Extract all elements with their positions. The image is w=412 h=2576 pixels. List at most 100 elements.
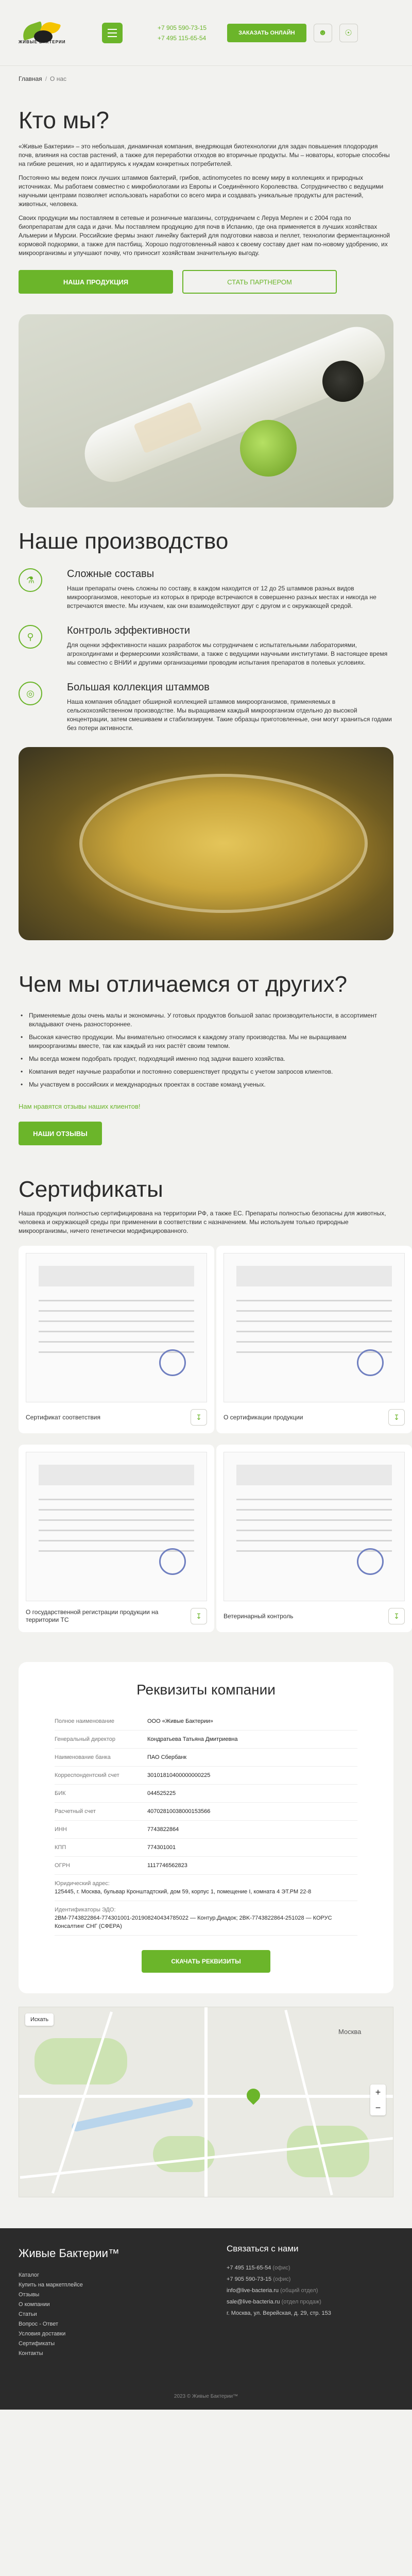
lab-photo-petri	[19, 747, 393, 940]
requisites-row: БИК 044525225	[55, 1785, 357, 1803]
certificate-image[interactable]	[26, 1452, 207, 1601]
logo[interactable]: ЖИВЫЕ БАКТЕРИИ	[19, 19, 75, 47]
difference-title: Чем мы отличаемся от других?	[19, 972, 348, 997]
breadcrumb-current: О нас	[50, 75, 66, 82]
page: ЖИВЫЕ БАКТЕРИИ +7 905 590-73-15 +7 495 1…	[0, 0, 412, 2410]
phone-link-1[interactable]: +7 905 590-73-15	[158, 23, 207, 33]
footer-links: Каталог Купить на маркетплейсе Отзывы О …	[19, 2270, 393, 2359]
requisites-row: Наименование банка ПАО Сбербанк	[55, 1749, 357, 1767]
certificate-name: О сертификации продукции	[224, 1413, 303, 1421]
footer-link[interactable]: Статьи	[19, 2310, 393, 2319]
footer-brand: Живые Бактерии™	[19, 2247, 119, 2260]
requisites-title: Реквизиты компании	[136, 1682, 276, 1698]
menu-button[interactable]	[102, 22, 123, 43]
requisites-row: ОГРН 1117746562823	[55, 1857, 357, 1875]
reviews-link[interactable]: Нам нравятся отзывы наших клиентов!	[19, 1103, 141, 1110]
map-search[interactable]: Искать	[25, 2013, 54, 2026]
footer-phone-1-note: (офис)	[272, 2265, 290, 2271]
edo-ids-value: 2BM-7743822864-774301001-201908240434785…	[55, 1915, 332, 1929]
footer-phone-2[interactable]: +7 905 590-73-15	[227, 2276, 271, 2282]
map-zoom-controls[interactable]: + −	[370, 2084, 386, 2115]
download-icon[interactable]: ↧	[191, 1608, 207, 1624]
zoom-out-icon[interactable]: −	[370, 2100, 386, 2115]
certificate-name: О государственной регистрации продукции …	[26, 1608, 159, 1623]
requisites-row: ИНН 7743822864	[55, 1821, 357, 1839]
requisites-row: Генеральный директор Кондратьева Татьяна …	[55, 1731, 357, 1749]
download-icon[interactable]: ↧	[191, 1409, 207, 1426]
about-paragraph: Своих продукции мы поставляем в сетевые …	[19, 214, 390, 257]
certificate-name: Ветеринарный контроль	[224, 1612, 294, 1620]
site-footer: Живые Бактерии™ Каталог Купить на маркет…	[0, 2228, 412, 2410]
footer-link[interactable]: Контакты	[19, 2349, 393, 2359]
legal-address-label: Юридический адрес:	[55, 1880, 110, 1887]
footer-link[interactable]: Купить на маркетплейсе	[19, 2280, 393, 2290]
footer-email-2-note: (отдел продаж)	[281, 2299, 321, 2305]
about-paragraph: Постоянно мы ведем поиск лучших штаммов …	[19, 174, 384, 208]
certificate-card[interactable]: О государственной регистрации продукции …	[19, 1445, 214, 1632]
flask-icon: ⚗	[19, 568, 42, 592]
production-item: ⚗ Сложные составы Наши препараты очень с…	[19, 568, 393, 611]
reviews-button[interactable]: НАШИ ОТЗЫВЫ	[19, 1122, 102, 1145]
phone-link-2[interactable]: +7 495 115-65-54	[158, 33, 207, 43]
certificate-card[interactable]: О сертификации продукции ↧	[216, 1246, 412, 1433]
requisites-key: БИК	[55, 1790, 66, 1797]
certificates-title: Сертификаты	[19, 1177, 163, 1202]
footer-email-2[interactable]: sale@live-bacteria.ru	[227, 2299, 280, 2305]
footer-phone-1[interactable]: +7 495 115-65-54	[227, 2265, 271, 2271]
footer-link[interactable]: Сертификаты	[19, 2339, 393, 2349]
footer-link[interactable]: Каталог	[19, 2270, 393, 2280]
certificate-image[interactable]	[224, 1253, 405, 1402]
requisites-value: 7743822864	[147, 1826, 179, 1833]
requisites-value: 774301001	[147, 1844, 176, 1851]
footer-link[interactable]: Вопрос - Ответ	[19, 2319, 393, 2329]
become-partner-button[interactable]: СТАТЬ ПАРТНЕРОМ	[182, 270, 337, 294]
zoom-in-icon[interactable]: +	[370, 2084, 386, 2100]
microscope-icon: ⚲	[19, 625, 42, 649]
lab-photo-bottle	[19, 314, 393, 507]
contacts-title: Связаться с нами	[227, 2244, 299, 2253]
footer-phone-2-note: (офис)	[273, 2276, 291, 2282]
user-icon[interactable]: ☻	[313, 23, 332, 42]
certificate-card[interactable]: Ветеринарный контроль ↧	[216, 1445, 412, 1632]
requisites-key: Полное наименование	[55, 1718, 114, 1724]
footer-link[interactable]: Условия доставки	[19, 2329, 393, 2339]
legal-address-value: 125445, г. Москва, бульвар Кронштадтский…	[55, 1889, 312, 1895]
order-online-button[interactable]: ЗАКАЗАТЬ ОНЛАЙН	[227, 23, 306, 42]
cart-icon[interactable]: ☉	[339, 23, 358, 42]
production-item: ⚲ Контроль эффективности Для оценки эффе…	[19, 625, 393, 667]
location-map[interactable]: Искать Москва + −	[19, 2007, 393, 2197]
download-icon[interactable]: ↧	[388, 1608, 405, 1624]
requisites-key: Наименование банка	[55, 1754, 111, 1760]
download-requisites-button[interactable]: СКАЧАТЬ РЕКВИЗИТЫ	[142, 1950, 270, 1973]
map-pin-icon[interactable]	[244, 2086, 263, 2105]
production-item-title: Сложные составы	[67, 568, 154, 580]
requisites-card: Реквизиты компании Полное наименование ОО…	[19, 1662, 393, 1993]
footer-link[interactable]: Отзывы	[19, 2290, 393, 2300]
difference-item: Применяемые дозы очень малы и экономичны…	[19, 1011, 393, 1029]
footer-email-1[interactable]: info@live-bacteria.ru	[227, 2287, 279, 2294]
certificate-name: Сертификат соответствия	[26, 1413, 100, 1421]
production-item-title: Большая коллекция штаммов	[67, 682, 210, 693]
about-title: Кто мы?	[19, 107, 109, 133]
requisites-value: 30101810400000000225	[147, 1772, 211, 1778]
requisites-value: 40702810038000153566	[147, 1808, 211, 1815]
edo-ids: Идентификаторы ЭДО: 2BM-7743822864-77430…	[55, 1901, 357, 1936]
edo-ids-label: Идентификаторы ЭДО:	[55, 1907, 116, 1913]
certificate-image[interactable]	[26, 1253, 207, 1402]
production-item-title: Контроль эффективности	[67, 625, 191, 636]
requisites-value: ПАО Сбербанк	[147, 1754, 187, 1760]
difference-item: Компания ведет научные разработки и пост…	[19, 1067, 393, 1076]
download-icon[interactable]: ↧	[388, 1409, 405, 1426]
certificate-card[interactable]: Сертификат соответствия ↧	[19, 1246, 214, 1433]
requisites-key: Корреспондентский счет	[55, 1772, 119, 1778]
requisites-value: Кондратьева Татьяна Дмитриевна	[147, 1736, 238, 1742]
difference-item: Мы всегда можем подобрать продукт, подхо…	[19, 1055, 393, 1063]
requisites-value: 1117746562823	[147, 1862, 187, 1869]
footer-link[interactable]: О компании	[19, 2300, 393, 2310]
certificate-image[interactable]	[224, 1452, 405, 1601]
difference-item: Мы участвуем в российских и международны…	[19, 1080, 393, 1089]
breadcrumb-home[interactable]: Главная	[19, 75, 42, 82]
production-title: Наше производство	[19, 529, 229, 554]
our-products-button[interactable]: НАША ПРОДУКЦИЯ	[19, 270, 173, 294]
certificates-section: Сертификаты Наша продукция полностью сер…	[0, 1176, 412, 1632]
